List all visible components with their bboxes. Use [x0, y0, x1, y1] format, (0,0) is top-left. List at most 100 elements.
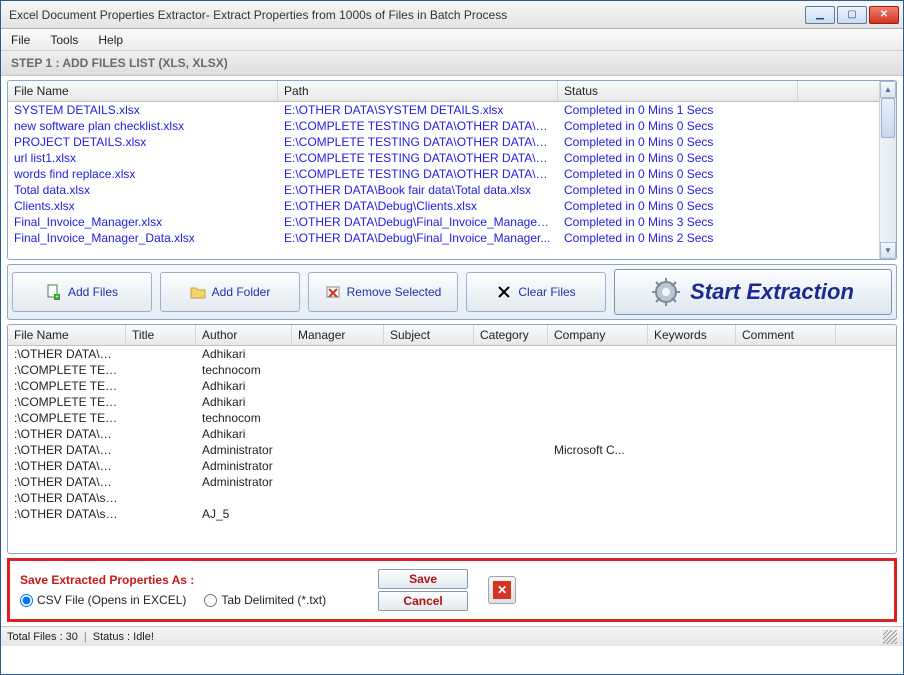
clear-files-label: Clear Files — [518, 285, 575, 299]
scroll-up-icon[interactable]: ▲ — [880, 81, 896, 98]
pcell-keywords — [648, 346, 736, 362]
file-row[interactable]: PROJECT DETAILS.xlsxE:\COMPLETE TESTING … — [8, 134, 879, 150]
pcell-keywords — [648, 378, 736, 394]
pcol-author[interactable]: Author — [196, 325, 292, 345]
pcell-author: technocom — [196, 362, 292, 378]
pcell-manager — [292, 490, 384, 506]
radio-csv[interactable]: CSV File (Opens in EXCEL) — [20, 593, 186, 607]
resize-grip[interactable] — [883, 630, 897, 644]
radio-csv-input[interactable] — [20, 594, 33, 607]
col-status[interactable]: Status — [558, 81, 798, 101]
property-row[interactable]: :\OTHER DATA\Debug\Cli...AdministratorMi… — [8, 442, 896, 458]
close-button[interactable]: ✕ — [869, 6, 899, 24]
pcell-title — [126, 394, 196, 410]
pcol-manager[interactable]: Manager — [292, 325, 384, 345]
minimize-button[interactable]: ▁ — [805, 6, 835, 24]
file-row[interactable]: words find replace.xlsxE:\COMPLETE TESTI… — [8, 166, 879, 182]
pcol-title[interactable]: Title — [126, 325, 196, 345]
radio-tab[interactable]: Tab Delimited (*.txt) — [204, 593, 326, 607]
pcell-category — [474, 378, 548, 394]
pcell-company — [548, 394, 648, 410]
pcell-manager — [292, 410, 384, 426]
close-panel-button[interactable]: ✕ — [488, 576, 516, 604]
window-title: Excel Document Properties Extractor- Ext… — [9, 8, 805, 22]
pcell-keywords — [648, 474, 736, 490]
property-row[interactable]: :\OTHER DATA\Debug\Fi...Administrator — [8, 458, 896, 474]
menu-tools[interactable]: Tools — [50, 33, 78, 47]
clear-files-button[interactable]: Clear Files — [466, 272, 606, 312]
pcell-category — [474, 394, 548, 410]
pcol-category[interactable]: Category — [474, 325, 548, 345]
cell-path: E:\COMPLETE TESTING DATA\OTHER DATA\w... — [278, 166, 558, 182]
pcell-keywords — [648, 442, 736, 458]
toolbar: + Add Files Add Folder Remove Selected C… — [7, 264, 897, 320]
scroll-down-icon[interactable]: ▼ — [880, 242, 896, 259]
pcell-company — [548, 346, 648, 362]
property-row[interactable]: :\OTHER DATA\Book fair ...Adhikari — [8, 426, 896, 442]
file-row[interactable]: Total data.xlsxE:\OTHER DATA\Book fair d… — [8, 182, 879, 198]
property-row[interactable]: :\COMPLETE TESTING DA...Adhikari — [8, 394, 896, 410]
cell-path: E:\COMPLETE TESTING DATA\OTHER DATA\url.… — [278, 150, 558, 166]
pcell-subject — [384, 474, 474, 490]
pcell-title — [126, 426, 196, 442]
property-row[interactable]: :\COMPLETE TESTING DA...technocom — [8, 362, 896, 378]
col-filename[interactable]: File Name — [8, 81, 278, 101]
property-row[interactable]: :\OTHER DATA\SYSTEM D...Adhikari — [8, 346, 896, 362]
pcol-subject[interactable]: Subject — [384, 325, 474, 345]
pcell-subject — [384, 490, 474, 506]
property-row[interactable]: :\COMPLETE TESTING DA...Adhikari — [8, 378, 896, 394]
property-row[interactable]: :\COMPLETE TESTING DA...technocom — [8, 410, 896, 426]
pcell-company — [548, 378, 648, 394]
property-row[interactable]: :\OTHER DATA\software c... — [8, 490, 896, 506]
add-files-label: Add Files — [68, 285, 118, 299]
pcell-subject — [384, 378, 474, 394]
property-row[interactable]: :\OTHER DATA\Debug\Fi...Administrator — [8, 474, 896, 490]
scroll-thumb[interactable] — [881, 98, 895, 138]
pcell-title — [126, 362, 196, 378]
remove-selected-button[interactable]: Remove Selected — [308, 272, 458, 312]
pcell-comment — [736, 410, 836, 426]
pcol-company[interactable]: Company — [548, 325, 648, 345]
pcol-comment[interactable]: Comment — [736, 325, 836, 345]
pcell-title — [126, 474, 196, 490]
radio-tab-input[interactable] — [204, 594, 217, 607]
menu-help[interactable]: Help — [98, 33, 123, 47]
status-idle: Status : Idle! — [93, 631, 154, 643]
pcol-filename[interactable]: File Name — [8, 325, 126, 345]
col-path[interactable]: Path — [278, 81, 558, 101]
file-row[interactable]: Final_Invoice_Manager_Data.xlsxE:\OTHER … — [8, 230, 879, 246]
cancel-button[interactable]: Cancel — [378, 591, 468, 611]
file-row[interactable]: SYSTEM DETAILS.xlsxE:\OTHER DATA\SYSTEM … — [8, 102, 879, 118]
pcell-manager — [292, 442, 384, 458]
file-row[interactable]: new software plan checklist.xlsxE:\COMPL… — [8, 118, 879, 134]
file-row[interactable]: url list1.xlsxE:\COMPLETE TESTING DATA\O… — [8, 150, 879, 166]
pcell-manager — [292, 506, 384, 522]
pcell-title — [126, 506, 196, 522]
cell-filename: Total data.xlsx — [8, 182, 278, 198]
save-button[interactable]: Save — [378, 569, 468, 589]
pcell-manager — [292, 474, 384, 490]
start-extraction-button[interactable]: Start Extraction — [614, 269, 892, 315]
pcell-manager — [292, 346, 384, 362]
pcell-keywords — [648, 394, 736, 410]
pcell-keywords — [648, 410, 736, 426]
cell-path: E:\COMPLETE TESTING DATA\OTHER DATA\ne..… — [278, 118, 558, 134]
pcell-keywords — [648, 490, 736, 506]
pcell-title — [126, 458, 196, 474]
pcell-comment — [736, 378, 836, 394]
pcol-keywords[interactable]: Keywords — [648, 325, 736, 345]
add-folder-button[interactable]: Add Folder — [160, 272, 300, 312]
maximize-button[interactable]: ▢ — [837, 6, 867, 24]
gear-icon — [652, 278, 680, 306]
pcell-subject — [384, 410, 474, 426]
cell-path: E:\OTHER DATA\Book fair data\Total data.… — [278, 182, 558, 198]
menu-file[interactable]: File — [11, 33, 30, 47]
add-files-button[interactable]: + Add Files — [12, 272, 152, 312]
vertical-scrollbar[interactable]: ▲ ▼ — [879, 81, 896, 259]
file-row[interactable]: Final_Invoice_Manager.xlsxE:\OTHER DATA\… — [8, 214, 879, 230]
pcell-company — [548, 426, 648, 442]
property-row[interactable]: :\OTHER DATA\software c...AJ_5 — [8, 506, 896, 522]
pcell-subject — [384, 346, 474, 362]
file-row[interactable]: Clients.xlsxE:\OTHER DATA\Debug\Clients.… — [8, 198, 879, 214]
statusbar: Total Files : 30 | Status : Idle! — [1, 626, 903, 646]
